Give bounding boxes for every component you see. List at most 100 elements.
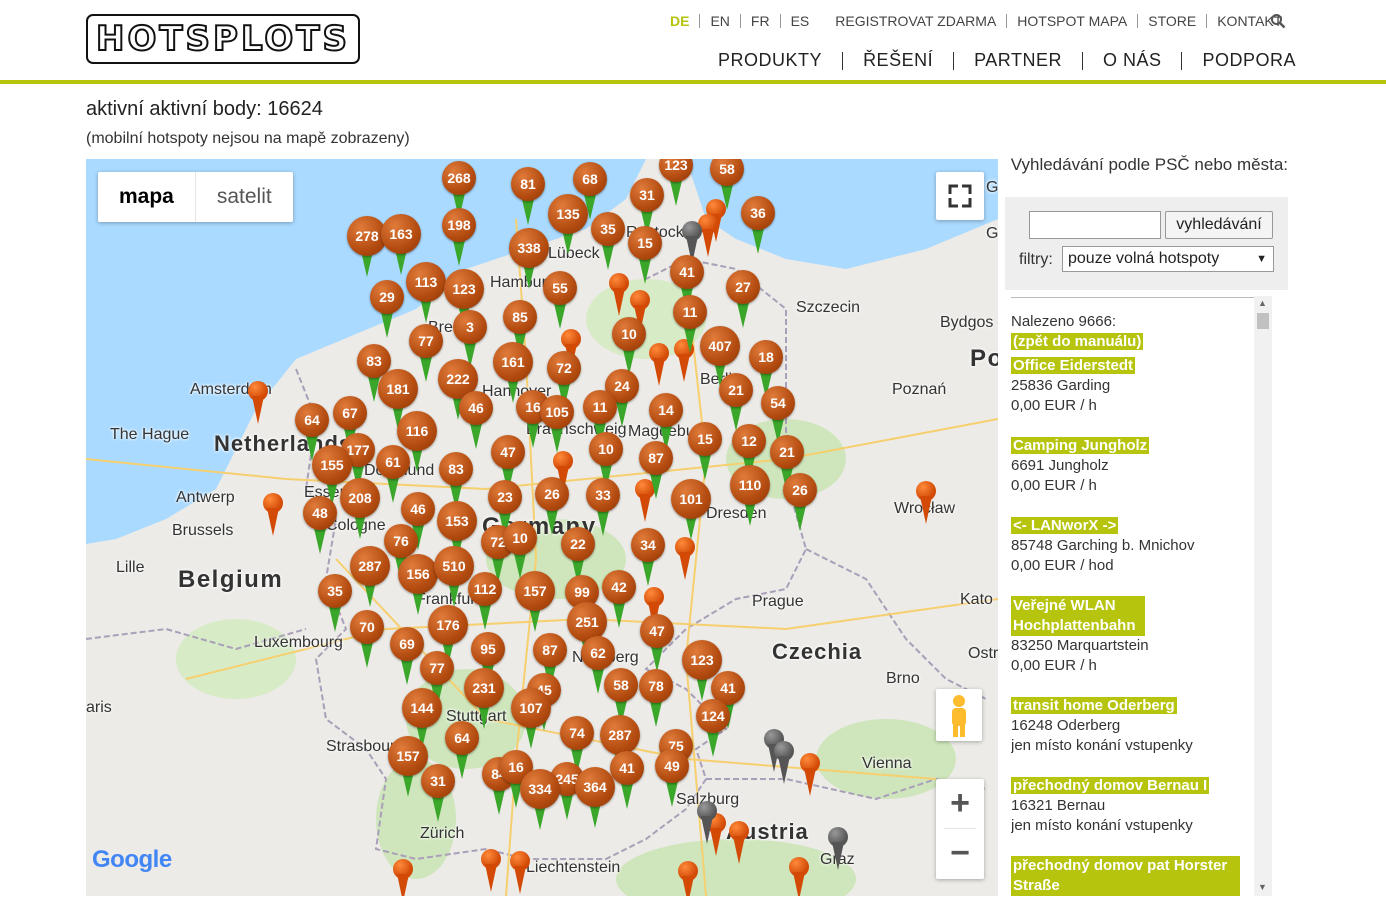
list-item[interactable]: přechodný domov Bernau I 16321 Bernau je… [1011,776,1271,836]
hotspot-cluster[interactable]: 29 [370,280,404,340]
hotspot-pin[interactable] [729,821,749,867]
nav-reseni[interactable]: ŘEŠENÍ [842,51,953,70]
hotspot-cluster[interactable]: 338 [509,228,549,291]
filter-select[interactable]: pouze volná hotspoty ▼ [1062,246,1274,272]
hotspot-cluster[interactable]: 107 [511,688,551,751]
hotspot-cluster[interactable]: 58 [710,159,744,212]
hotspot-cluster[interactable]: 48 [303,496,337,556]
nav-o-nas[interactable]: O NÁS [1081,51,1182,70]
hotspot-cluster[interactable]: 35 [591,212,625,272]
hotspot-cluster[interactable]: 81 [511,167,545,227]
hotspot-cluster[interactable]: 15 [628,226,662,286]
map-type-satellite-button[interactable]: satelit [196,172,293,222]
hotspot-pin[interactable] [649,343,669,389]
hotspot-pin[interactable] [609,273,629,319]
hotspot-cluster[interactable]: 26 [783,473,817,533]
zoom-out-button[interactable]: − [936,829,984,879]
hotspot-cluster[interactable]: 334 [520,769,560,832]
nav-partner[interactable]: PARTNER [953,51,1082,70]
list-item[interactable]: přechodný domov pat Horster Straße [1011,856,1271,896]
hotspot-map[interactable]: Amsterdam The Hague Netherlands Antwerp … [86,159,998,896]
street-view-pegman[interactable] [936,689,982,741]
lang-en[interactable]: EN [699,14,739,28]
hotspot-pin-offline[interactable] [828,827,848,873]
results-list[interactable]: Nalezeno 9666: (zpět do manuálu) Office … [1011,297,1271,897]
hotspot-pin[interactable] [510,851,530,896]
result-name[interactable]: <- LANworX -> [1011,517,1119,534]
result-name[interactable]: přechodný domov pat Horster Straße [1011,856,1240,896]
hotspot-cluster[interactable]: 110 [730,465,770,528]
hotspot-cluster[interactable]: 46 [459,391,493,451]
hotspot-pin-offline[interactable] [774,741,794,787]
hotspot-pin[interactable] [789,857,809,896]
hotspot-pin[interactable] [393,859,413,896]
list-item[interactable]: Veřejné WLAN Hochplattenbahn 83250 Marqu… [1011,596,1271,676]
search-icon[interactable] [1270,13,1286,29]
result-name[interactable]: Camping Jungholz [1011,437,1150,454]
hotspot-cluster[interactable]: 157 [388,736,428,799]
hotspot-cluster[interactable]: 105 [540,395,574,455]
hotspot-pin[interactable] [481,849,501,895]
hotspot-pin[interactable] [675,537,695,583]
hotspot-cluster[interactable]: 156 [398,554,438,617]
hotspot-cluster[interactable]: 123 [659,159,693,208]
lang-fr[interactable]: FR [739,14,780,28]
hotspot-cluster[interactable]: 78 [639,669,673,729]
hotspot-pin-offline[interactable] [697,801,717,847]
hotspot-cluster[interactable]: 27 [726,270,760,330]
hotspot-cluster[interactable]: 69 [390,627,424,687]
list-item[interactable]: Office Eiderstedt 25836 Garding 0,00 EUR… [1011,356,1271,416]
scroll-up-icon[interactable]: ▲ [1258,298,1267,308]
hotspot-cluster[interactable]: 287 [350,546,390,609]
hotspot-map-link[interactable]: HOTSPOT MAPA [1006,14,1137,28]
lang-de[interactable]: DE [660,14,699,28]
lang-es[interactable]: ES [779,14,820,28]
hotspot-cluster[interactable]: 47 [640,614,674,674]
hotspot-cluster[interactable]: 364 [575,767,615,830]
hotspot-pin[interactable] [263,493,283,539]
store-link[interactable]: STORE [1137,14,1206,28]
zoom-in-button[interactable]: + [936,779,984,829]
result-name[interactable]: přechodný domov Bernau I [1011,777,1210,794]
hotsplots-logo[interactable]: HOTSPLOTS [86,14,360,64]
hotspot-cluster[interactable]: 49 [655,749,689,809]
hotspot-cluster[interactable]: 510 [434,546,474,609]
hotspot-pin[interactable] [916,481,936,527]
nav-podpora[interactable]: PODPORA [1181,51,1296,70]
hotspot-cluster[interactable]: 42 [602,570,636,630]
scrollbar-thumb[interactable] [1257,313,1269,329]
hotspot-cluster[interactable]: 135 [548,194,588,257]
hotspot-pin[interactable] [248,381,268,427]
hotspot-cluster[interactable]: 35 [318,574,352,634]
register-link[interactable]: REGISTROVAT ZDARMA [819,14,1006,28]
map-type-map-button[interactable]: mapa [98,172,196,222]
hotspot-cluster[interactable]: 70 [350,610,384,670]
back-link[interactable]: (zpět do manuálu) [1011,333,1144,350]
hotspot-cluster[interactable]: 112 [468,572,502,632]
hotspot-pin[interactable] [800,753,820,799]
list-item[interactable]: Camping Jungholz 6691 Jungholz 0,00 EUR … [1011,436,1271,496]
hotspot-cluster[interactable]: 55 [543,271,577,331]
hotspot-cluster[interactable]: 15 [688,422,722,482]
hotspot-cluster[interactable]: 208 [340,478,380,541]
hotspot-cluster[interactable]: 36 [741,196,775,256]
hotspot-cluster[interactable]: 34 [631,528,665,588]
result-name[interactable]: Office Eiderstedt [1011,357,1136,374]
results-scrollbar[interactable]: ▲ ▼ [1254,296,1272,896]
list-item[interactable]: transit home Oderberg 16248 Oderberg jen… [1011,696,1271,756]
hotspot-cluster[interactable]: 41 [610,751,644,811]
fullscreen-button[interactable] [936,172,984,220]
hotspot-cluster[interactable]: 87 [639,441,673,501]
scroll-down-icon[interactable]: ▼ [1258,882,1267,892]
result-name[interactable]: Veřejné WLAN Hochplattenbahn [1011,596,1145,636]
google-logo[interactable]: Google [92,846,172,874]
search-button[interactable]: vyhledávání [1165,211,1273,239]
hotspot-cluster[interactable]: 198 [442,208,476,268]
hotspot-cluster[interactable]: 10 [612,317,646,377]
hotspot-pin[interactable] [678,861,698,896]
hotspot-cluster[interactable]: 101 [671,479,711,542]
hotspot-cluster[interactable]: 157 [515,571,555,634]
hotspot-cluster[interactable]: 31 [421,764,455,824]
hotspot-cluster[interactable]: 124 [696,699,730,759]
search-input[interactable] [1029,211,1161,239]
